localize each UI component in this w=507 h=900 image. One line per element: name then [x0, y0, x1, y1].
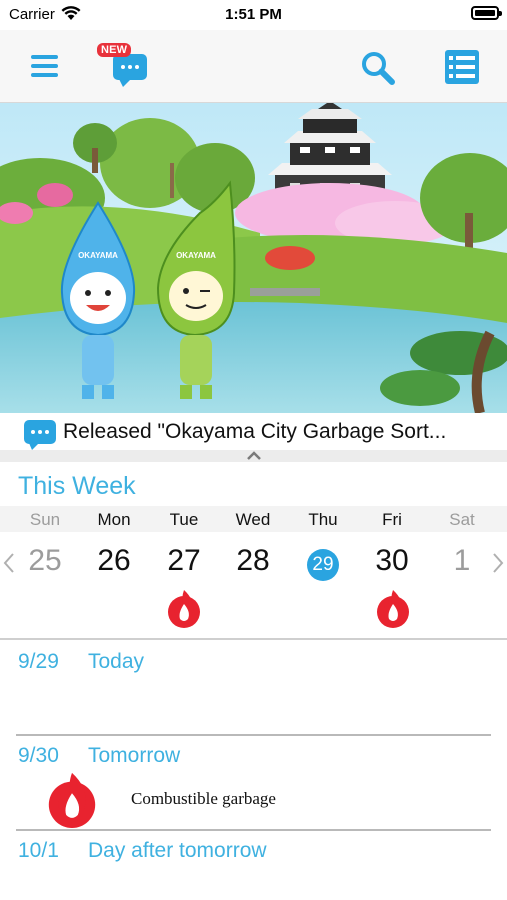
date-27[interactable]: 27: [154, 544, 214, 578]
list-label: Tomorrow: [88, 744, 181, 767]
list-icon[interactable]: [445, 50, 479, 84]
clock: 1:51 PM: [225, 6, 282, 23]
news-button[interactable]: NEW: [97, 42, 149, 87]
date-1[interactable]: 1: [432, 544, 492, 578]
list-date: 9/29: [18, 650, 59, 673]
speech-bubble-icon: [113, 54, 147, 87]
date-29-today[interactable]: 29: [293, 544, 353, 581]
divider: [16, 829, 491, 831]
chevron-up-icon: [247, 451, 261, 460]
chevron-left-icon[interactable]: [2, 552, 16, 574]
battery-icon: [471, 6, 502, 20]
dow-fri: Fri: [382, 510, 402, 529]
dow-sun: Sun: [29, 510, 61, 529]
hamburger-menu-icon[interactable]: [28, 52, 62, 82]
list-date: 10/1: [18, 839, 59, 862]
hero-illustration: OKAYAMA OKAYAMA: [0, 103, 507, 413]
news-headline: Released "Okayama City Garbage Sort...: [63, 420, 447, 443]
list-label: Day after tomorrow: [88, 839, 267, 862]
news-ticker[interactable]: Released "Okayama City Garbage Sort...: [0, 413, 507, 450]
date-28[interactable]: 28: [223, 544, 283, 578]
flame-icon: [377, 590, 409, 628]
week-title: This Week: [18, 472, 136, 500]
dow-sat: Sat: [449, 510, 475, 529]
chevron-right-icon[interactable]: [491, 552, 505, 574]
date-30[interactable]: 30: [362, 544, 422, 578]
flame-icon: [48, 772, 96, 828]
nav-bar: NEW: [0, 30, 507, 103]
today-circle: 29: [307, 549, 339, 581]
status-bar: Carrier 1:51 PM: [0, 0, 507, 30]
okayama-castle-landscape-illustration: OKAYAMA OKAYAMA: [0, 103, 507, 413]
flame-icon: [168, 590, 200, 628]
garbage-type-label: Combustible garbage: [131, 789, 276, 808]
dow-wed: Wed: [235, 510, 271, 529]
dow-mon: Mon: [97, 510, 131, 529]
dow-thu: Thu: [308, 510, 338, 529]
speech-bubble-icon: [24, 420, 56, 450]
date-25[interactable]: 25: [15, 544, 75, 578]
collapse-handle[interactable]: [0, 450, 507, 462]
dow-tue: Tue: [169, 510, 199, 529]
mascot-left-label: OKAYAMA: [78, 251, 118, 260]
list-label: Today: [88, 650, 145, 673]
date-26[interactable]: 26: [84, 544, 144, 578]
day-of-week-row: Sun Mon Tue Wed Thu Fri Sat: [0, 506, 507, 532]
list-date: 9/30: [18, 744, 59, 767]
new-badge: NEW: [97, 43, 132, 57]
mascot-right-label: OKAYAMA: [176, 251, 216, 260]
date-row: 25 26 27 28 29 30 1: [0, 532, 507, 640]
divider: [16, 734, 491, 736]
search-icon[interactable]: [360, 50, 396, 86]
